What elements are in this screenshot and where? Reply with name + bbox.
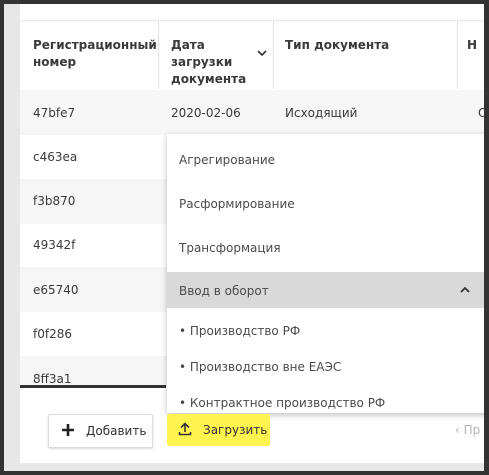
reg-number-cell: c463ea xyxy=(33,150,78,164)
window-frame: Регистрационный номер Дата загрузки доку… xyxy=(0,0,489,475)
frame-border xyxy=(0,0,489,4)
column-header-reg-number[interactable]: Регистрационный номер xyxy=(33,37,157,71)
frame-border xyxy=(0,0,4,475)
frame-border xyxy=(484,0,489,475)
chevron-up-icon xyxy=(460,286,470,293)
column-separator xyxy=(158,21,159,89)
divider xyxy=(20,20,484,21)
reg-number-cell: 8ff3a1 xyxy=(33,372,72,386)
doc-type-cell: Исходящий xyxy=(285,106,358,120)
reg-number-cell: e65740 xyxy=(33,283,79,297)
table-row[interactable]: 47bfe7 2020-02-06 Исходящий О xyxy=(20,90,484,135)
column-header-upload-date[interactable]: Дата загрузки документа xyxy=(171,37,261,88)
column-separator xyxy=(273,21,274,89)
menu-item-aggregation[interactable]: Агрегирование xyxy=(167,138,489,182)
reg-number-cell: 47bfe7 xyxy=(33,106,76,120)
upload-button[interactable]: Загрузить xyxy=(167,414,270,446)
reg-number-cell: f3b870 xyxy=(33,194,76,208)
plus-icon xyxy=(62,424,74,436)
add-button[interactable]: Добавить xyxy=(48,414,153,448)
reg-number-cell: f0f286 xyxy=(33,327,72,341)
menu-item-disaggregation[interactable]: Расформирование xyxy=(167,182,489,226)
menu-group-introduce[interactable]: Ввод в оборот xyxy=(167,272,489,308)
chevron-down-icon[interactable] xyxy=(257,49,267,57)
horizontal-scrollbar[interactable] xyxy=(20,385,166,388)
column-header-doc-type[interactable]: Тип документа xyxy=(285,37,445,54)
date-cell: 2020-02-06 xyxy=(171,106,241,120)
column-header-next[interactable]: Н xyxy=(467,37,484,54)
column-separator xyxy=(457,21,458,89)
frame-border xyxy=(0,471,489,475)
menu-item-transformation[interactable]: Трансформация xyxy=(167,226,489,270)
reg-number-cell: 49342f xyxy=(33,238,76,252)
pagination-prev[interactable]: ‹ Пр xyxy=(455,423,480,437)
upload-icon xyxy=(178,422,192,436)
upload-type-dropdown: Агрегирование Расформирование Трансформа… xyxy=(167,134,489,413)
